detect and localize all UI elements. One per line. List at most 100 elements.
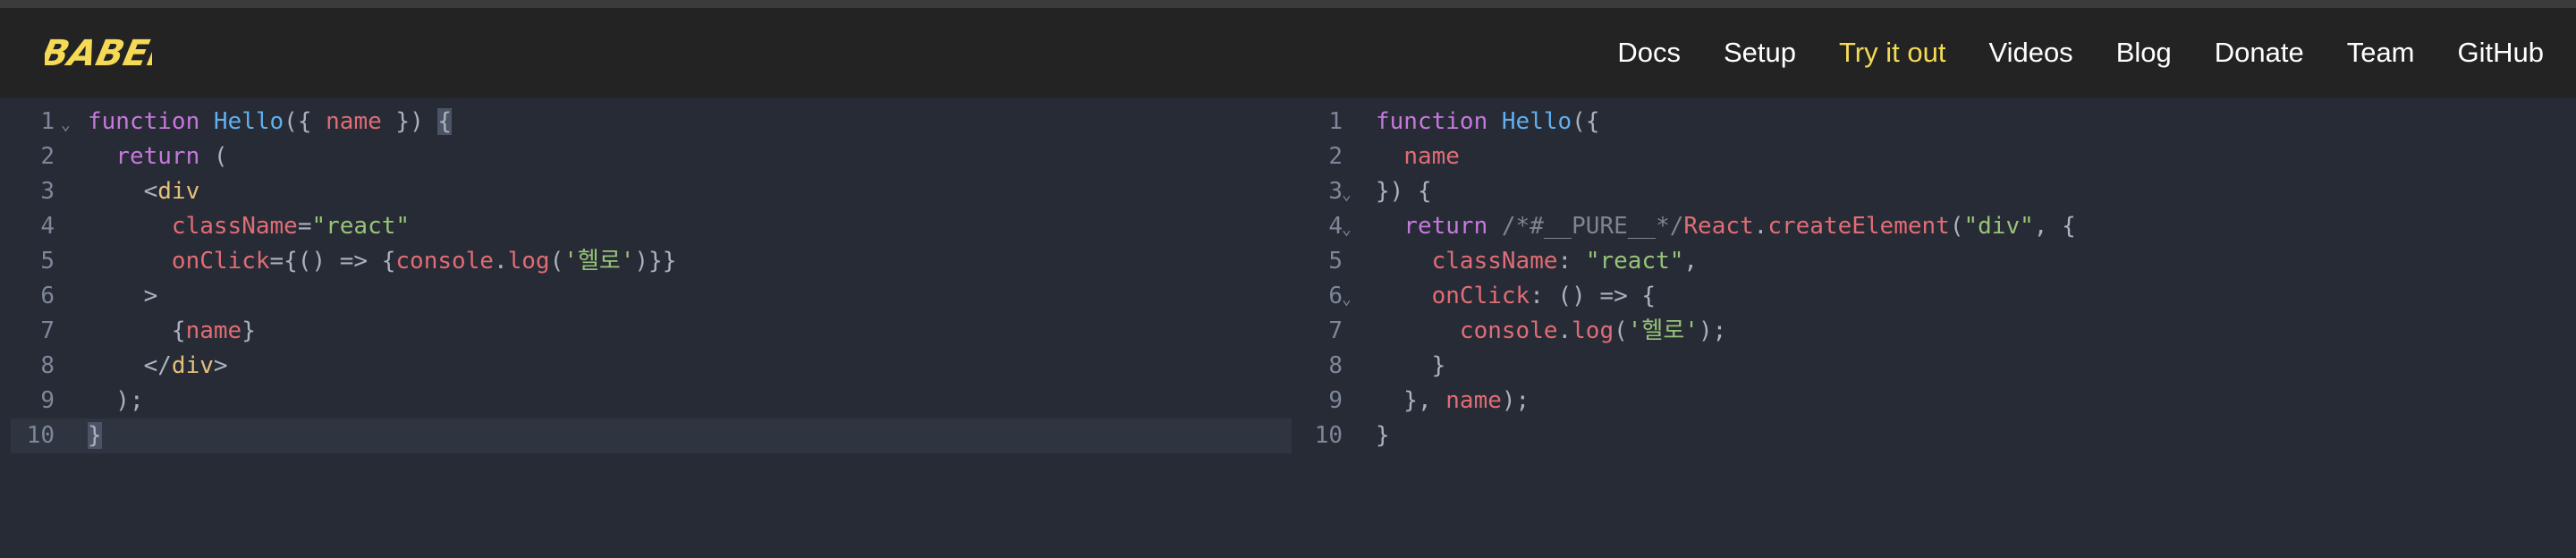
code-token: >	[213, 352, 228, 379]
code-token: <	[88, 178, 158, 205]
line-number: 3	[1328, 178, 1343, 205]
code-token: name	[1403, 143, 1460, 170]
code-token: (	[199, 143, 228, 170]
nav-setup[interactable]: Setup	[1724, 37, 1796, 69]
code-token: .	[1753, 213, 1768, 240]
line-number: 9	[40, 387, 55, 414]
code-token: name	[1445, 387, 1502, 414]
fold-arrow-icon[interactable]: ⌄	[1342, 177, 1352, 212]
line-gutter: 10	[11, 418, 87, 453]
line-gutter: 7	[11, 314, 87, 349]
nav-blog[interactable]: Blog	[2116, 37, 2172, 69]
line-number: 1	[1328, 108, 1343, 135]
code-line[interactable]: 9 }, name);	[1292, 384, 2572, 418]
code-line[interactable]: 4 ⌄ return /*#__PURE__*/React.createEleme…	[1292, 209, 2572, 244]
babel-logo[interactable]: BABEL	[38, 22, 176, 78]
line-gutter: 1 ⌄	[11, 105, 87, 140]
input-editor[interactable]: 1 ⌄ function Hello({ name }) { 2 return (…	[11, 97, 1292, 483]
code-line[interactable]: 2 return (	[11, 140, 1292, 174]
code-token: name	[326, 108, 382, 135]
top-border	[0, 0, 2576, 8]
code-token: ({	[284, 108, 326, 135]
code-token: div	[157, 178, 200, 205]
nav-try-it-out[interactable]: Try it out	[1839, 37, 1945, 69]
code-token: (	[1614, 317, 1628, 344]
code-token: }	[1376, 352, 1446, 379]
code-line[interactable]: 3 <div	[11, 174, 1292, 209]
line-number: 6	[1328, 283, 1343, 309]
repl-editors: 1 ⌄ function Hello({ name }) { 2 return (…	[0, 97, 2576, 483]
code-token: '헬로'	[1627, 317, 1699, 344]
code-line[interactable]: 3 ⌄ }) {	[1292, 174, 2572, 209]
output-editor[interactable]: 1 function Hello({ 2 name 3 ⌄ }) { 4 ⌄ ret…	[1292, 97, 2572, 483]
line-number: 8	[1328, 352, 1343, 379]
code-line[interactable]: 7 {name}	[11, 314, 1292, 349]
fold-arrow-icon[interactable]: ⌄	[1342, 212, 1352, 247]
code-token: React	[1683, 213, 1754, 240]
code-token: (	[549, 248, 564, 275]
code-line[interactable]: 8 </div>	[11, 349, 1292, 384]
line-number: 2	[40, 143, 55, 170]
code-token: </	[88, 352, 172, 379]
line-gutter: 8	[11, 349, 87, 384]
code-line-active[interactable]: 10 }	[11, 418, 1292, 453]
code-line[interactable]: 1 function Hello({	[1292, 105, 2572, 140]
code-token: log	[507, 248, 550, 275]
line-number: 4	[40, 213, 55, 240]
code-line[interactable]: 9 );	[11, 384, 1292, 418]
code-token: Hello	[213, 108, 284, 135]
code-line[interactable]: 8 }	[1292, 349, 2572, 384]
code-token: return	[115, 143, 200, 170]
code-token: }	[1376, 422, 1390, 449]
code-token: createElement	[1767, 213, 1950, 240]
navbar: BABEL Docs Setup Try it out Videos Blog …	[0, 8, 2576, 97]
code-line[interactable]: 7 console.log('헬로');	[1292, 314, 2572, 349]
nav-donate[interactable]: Donate	[2215, 37, 2304, 69]
code-token: "div"	[1963, 213, 2034, 240]
code-line[interactable]: 4 className="react"	[11, 209, 1292, 244]
code-line[interactable]: 5 onClick={() => {console.log('헬로')}}	[11, 244, 1292, 279]
line-gutter: 6 ⌄	[1292, 279, 1368, 314]
line-number: 9	[1328, 387, 1343, 414]
nav-docs[interactable]: Docs	[1617, 37, 1681, 69]
code-token: className	[1431, 248, 1558, 275]
code-line[interactable]: 6 ⌄ onClick: () => {	[1292, 279, 2572, 314]
line-number: 7	[40, 317, 55, 344]
code-token: },	[1376, 387, 1446, 414]
line-gutter: 10	[1292, 418, 1368, 453]
line-number: 4	[1328, 213, 1343, 240]
fold-arrow-icon[interactable]: ⌄	[1342, 282, 1352, 317]
code-token: )}}	[634, 248, 677, 275]
code-line[interactable]: 2 name	[1292, 140, 2572, 174]
line-gutter: 5	[11, 244, 87, 279]
nav-videos[interactable]: Videos	[1988, 37, 2072, 69]
line-gutter: 5	[1292, 244, 1368, 279]
line-gutter: 9	[11, 384, 87, 418]
code-line[interactable]: 10 }	[1292, 418, 2572, 453]
code-token: .	[1557, 317, 1572, 344]
matched-brace: }	[88, 422, 102, 449]
code-token: log	[1572, 317, 1614, 344]
nav-github[interactable]: GitHub	[2458, 37, 2544, 69]
code-token: }) {	[1376, 178, 1432, 205]
code-line[interactable]: 5 className: "react",	[1292, 244, 2572, 279]
code-token: })	[381, 108, 438, 135]
line-number: 10	[1314, 422, 1343, 449]
code-token: onClick	[171, 248, 270, 275]
code-line[interactable]: 6 >	[11, 279, 1292, 314]
code-token: (	[1949, 213, 1964, 240]
nav-team[interactable]: Team	[2347, 37, 2415, 69]
fold-arrow-icon[interactable]: ⌄	[61, 107, 71, 142]
line-number: 2	[1328, 143, 1343, 170]
line-gutter: 7	[1292, 314, 1368, 349]
code-line[interactable]: 1 ⌄ function Hello({ name }) {	[11, 105, 1292, 140]
line-gutter: 3	[11, 174, 87, 209]
line-number: 5	[40, 248, 55, 275]
code-token: =	[297, 213, 312, 240]
